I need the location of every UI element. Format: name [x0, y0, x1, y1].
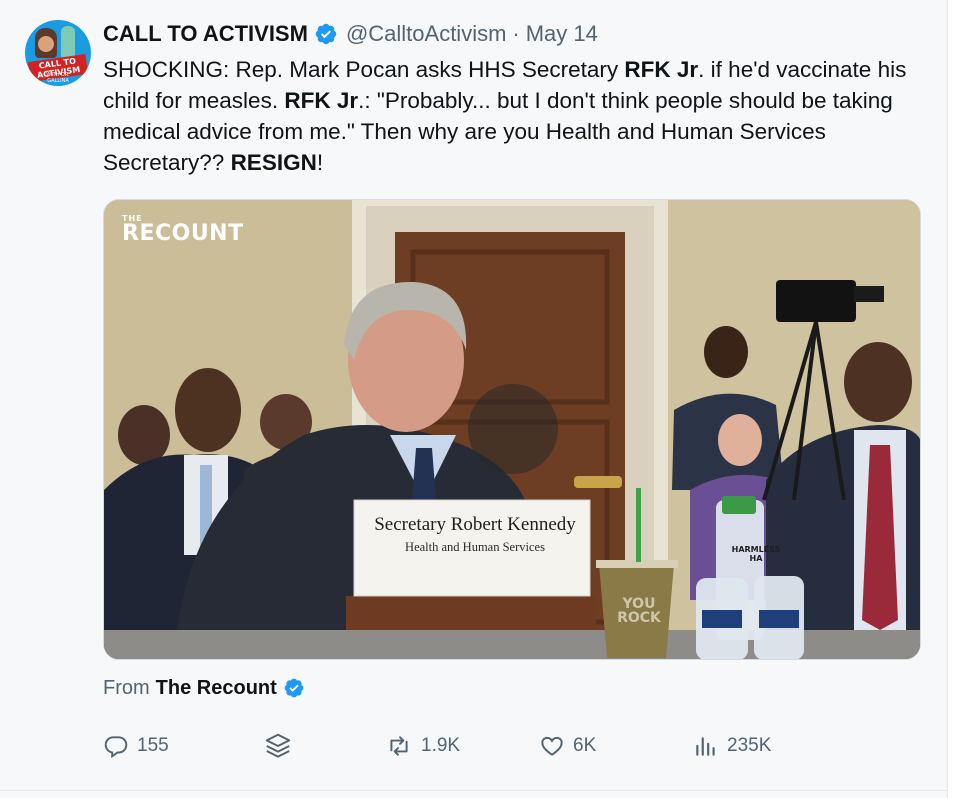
bottle-label: HARMLESS HA — [731, 545, 781, 563]
verified-icon[interactable] — [314, 22, 338, 46]
tweet-text-segment: ! — [316, 150, 324, 175]
views-icon — [693, 733, 719, 759]
header-separator: · — [512, 21, 520, 46]
tweet-date[interactable]: May 14 — [526, 21, 598, 47]
view-count: 235K — [727, 735, 772, 756]
tweet-text: SHOCKING: Rep. Mark Pocan asks HHS Secre… — [103, 54, 933, 178]
name-placard-subtitle: Health and Human Services — [405, 540, 545, 554]
like-count: 6K — [573, 735, 597, 756]
tweet-divider — [0, 790, 948, 791]
bookmark-stack-icon — [263, 731, 293, 761]
media-attribution: From The Recount — [103, 675, 305, 701]
retweet-icon — [385, 733, 413, 759]
bookmark-stack-button[interactable] — [263, 730, 293, 762]
tweet-text-segment: SHOCKING: Rep. Mark Pocan asks HHS Secre… — [103, 57, 625, 82]
tweet-text-bold: RESIGN — [230, 150, 317, 175]
tweet-header: CALL TO ACTIVISM @CalltoActivism · May 1… — [103, 20, 598, 48]
tweet-text-bold: RFK Jr — [624, 57, 699, 82]
cup-text: YOU ROCK — [617, 596, 661, 626]
play-icon[interactable] — [468, 384, 558, 474]
views-button[interactable]: 235K — [693, 730, 771, 762]
author-handle[interactable]: @CalltoActivism — [346, 21, 506, 47]
attribution-source-link[interactable]: The Recount — [156, 677, 277, 700]
author-display-name[interactable]: CALL TO ACTIVISM — [103, 21, 308, 47]
tweet-actions: 155 1.9K 6K 235K — [103, 730, 863, 762]
retweet-count: 1.9K — [421, 735, 461, 756]
recount-watermark: THE RECOUNT — [122, 215, 244, 245]
avatar-face — [38, 36, 54, 52]
reply-button[interactable]: 155 — [103, 730, 169, 762]
avatar-logo-subtext: WITH DR. GALLINA — [46, 72, 70, 84]
reply-icon — [103, 733, 129, 759]
like-icon — [539, 733, 565, 759]
retweet-button[interactable]: 1.9K — [385, 730, 460, 762]
video-media[interactable]: THE RECOUNT Secretary Robert Kennedy Hea… — [103, 199, 921, 660]
name-placard-title: Secretary Robert Kennedy — [374, 514, 576, 535]
recount-watermark-name: RECOUNT — [122, 221, 244, 246]
reply-count: 155 — [137, 735, 169, 756]
author-avatar[interactable]: CALL TO ACTIVISM WITH DR. GALLINA — [25, 20, 91, 86]
tweet-card[interactable]: CALL TO ACTIVISM WITH DR. GALLINA CALL T… — [0, 0, 948, 798]
verified-icon — [283, 677, 305, 699]
like-button[interactable]: 6K — [539, 730, 596, 762]
tweet-text-bold: RFK Jr — [284, 88, 359, 113]
attribution-label: From — [103, 676, 150, 699]
